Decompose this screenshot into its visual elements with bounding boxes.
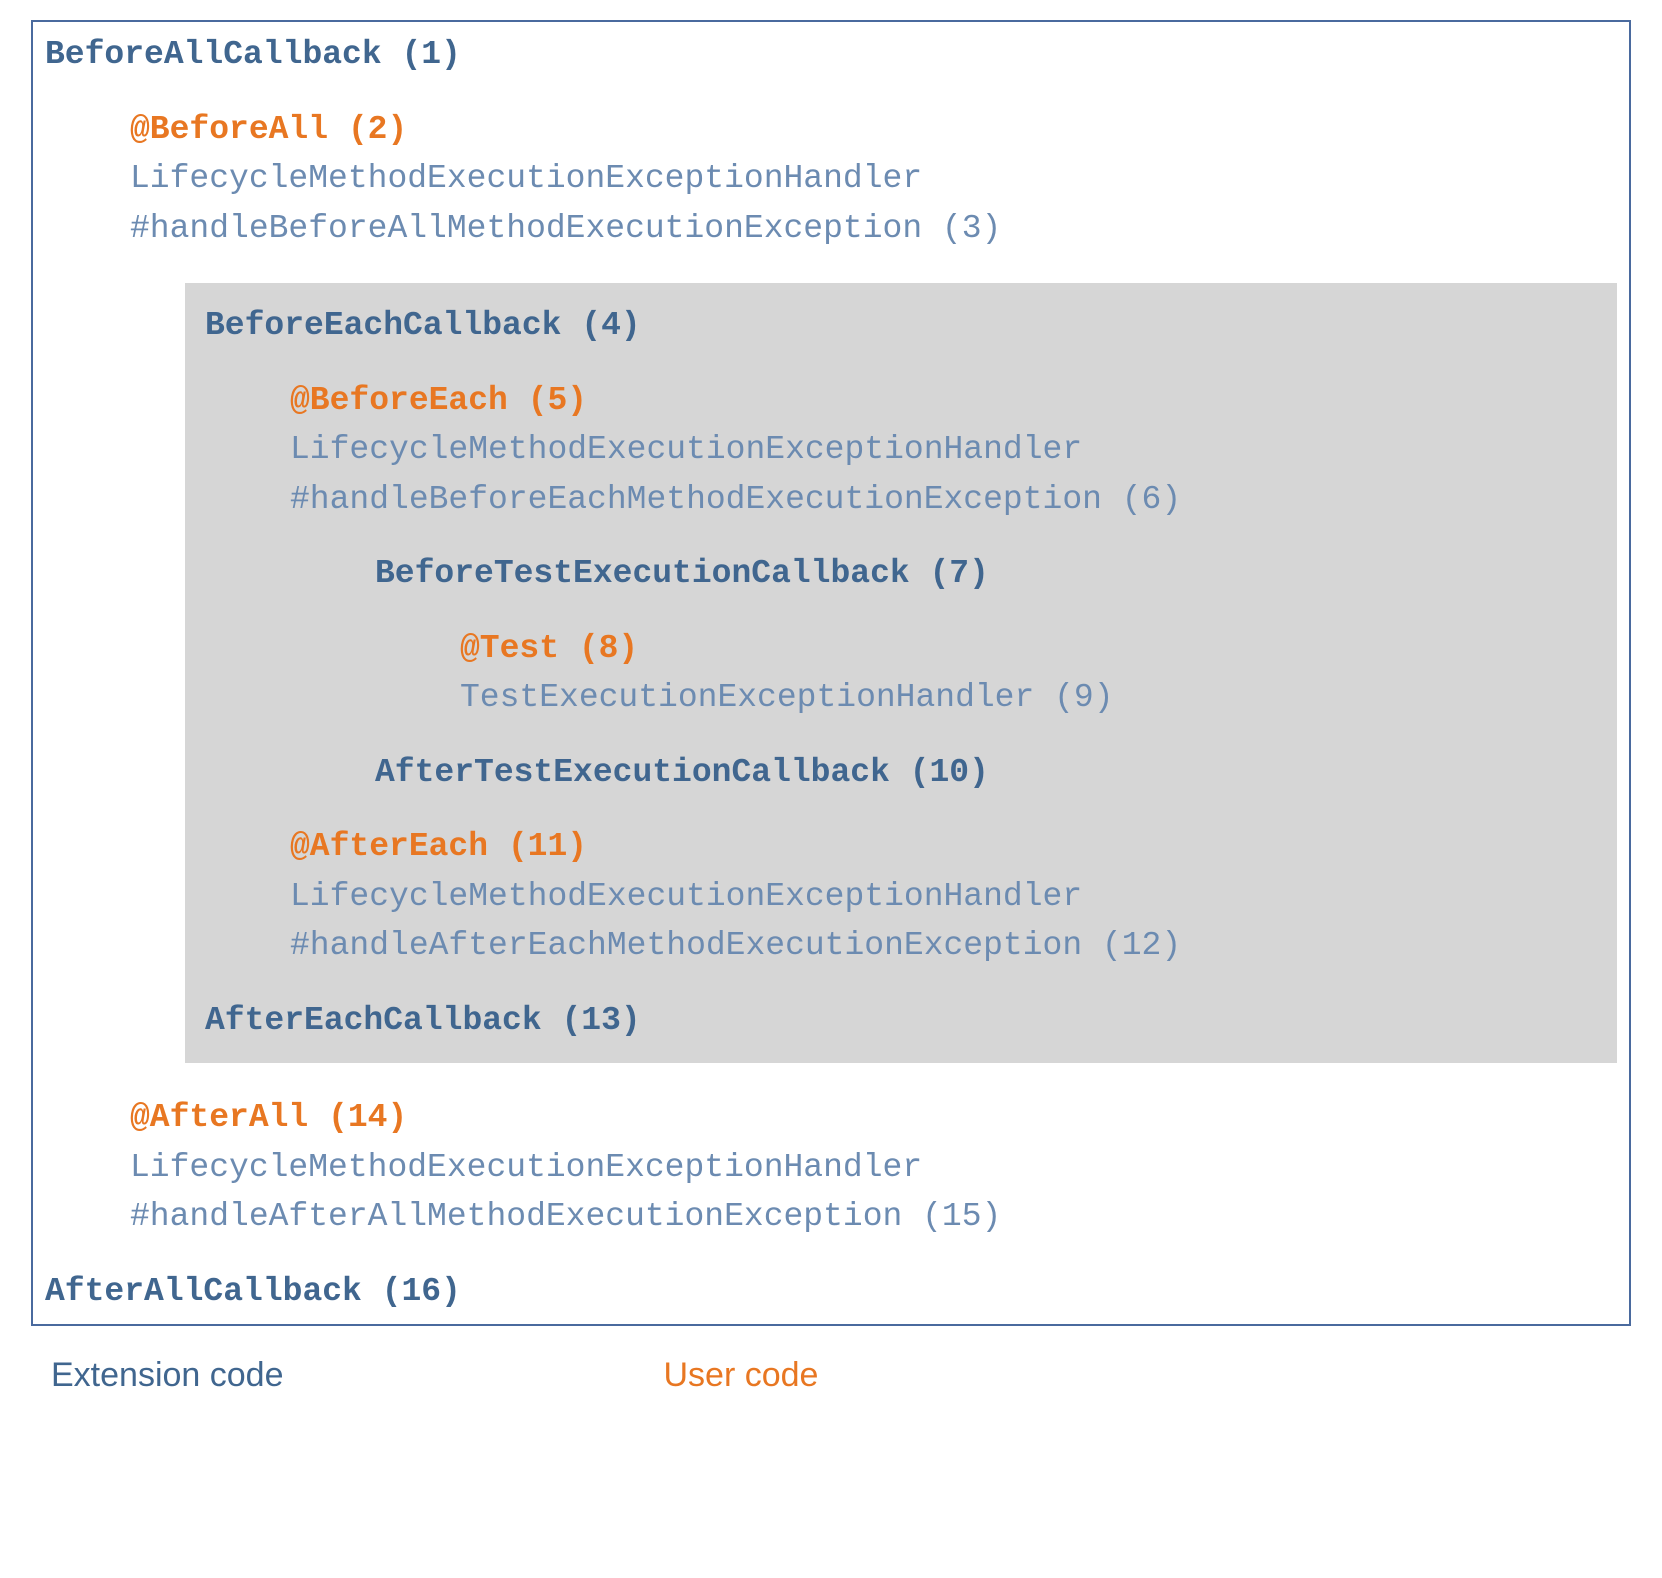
before-each-callback: BeforeEachCallback (4) (205, 301, 1597, 351)
before-all-handler-line2: #handleBeforeAllMethodExecutionException… (45, 204, 1617, 254)
after-all-callback: AfterAllCallback (16) (45, 1267, 1617, 1317)
after-each-annotation: @AfterEach (11) (205, 822, 1597, 872)
after-each-callback: AfterEachCallback (13) (205, 996, 1597, 1046)
diagram-container: BeforeAllCallback (1) @BeforeAll (2) Lif… (31, 20, 1631, 1395)
before-each-handler-line1: LifecycleMethodExecutionExceptionHandler (205, 425, 1597, 475)
before-test-exec-callback: BeforeTestExecutionCallback (7) (205, 549, 1597, 599)
after-each-handler-line2: #handleAfterEachMethodExecutionException… (205, 921, 1597, 971)
after-all-handler-line2: #handleAfterAllMethodExecutionException … (45, 1192, 1617, 1242)
test-handler: TestExecutionExceptionHandler (9) (205, 673, 1597, 723)
legend-user-code: User code (664, 1356, 819, 1395)
before-all-handler-line1: LifecycleMethodExecutionExceptionHandler (45, 154, 1617, 204)
after-each-handler-line1: LifecycleMethodExecutionExceptionHandler (205, 872, 1597, 922)
test-annotation: @Test (8) (205, 624, 1597, 674)
legend: Extension code User code (31, 1356, 1631, 1395)
after-test-exec-callback: AfterTestExecutionCallback (10) (205, 748, 1597, 798)
before-each-handler-line2: #handleBeforeEachMethodExecutionExceptio… (205, 475, 1597, 525)
before-all-annotation: @BeforeAll (2) (45, 105, 1617, 155)
before-each-annotation: @BeforeEach (5) (205, 376, 1597, 426)
after-all-annotation: @AfterAll (14) (45, 1093, 1617, 1143)
legend-extension-code: Extension code (51, 1356, 284, 1395)
inner-lifecycle-box: BeforeEachCallback (4) @BeforeEach (5) L… (185, 283, 1617, 1063)
outer-lifecycle-box: BeforeAllCallback (1) @BeforeAll (2) Lif… (31, 20, 1631, 1326)
before-all-callback: BeforeAllCallback (1) (45, 30, 1617, 80)
after-all-handler-line1: LifecycleMethodExecutionExceptionHandler (45, 1143, 1617, 1193)
